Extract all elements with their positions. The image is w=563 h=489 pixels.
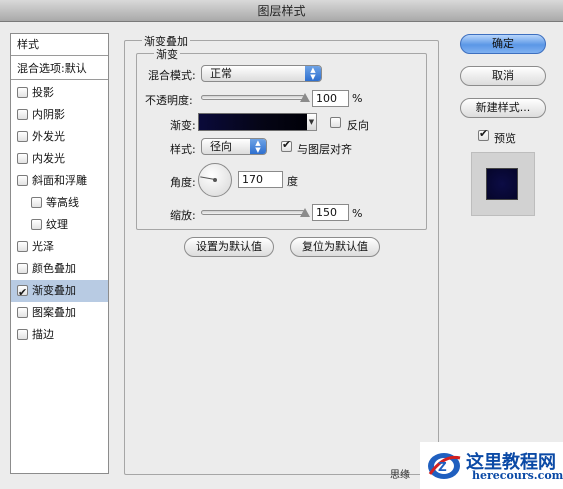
angle-dial[interactable] bbox=[198, 163, 232, 197]
scale-percent: % bbox=[352, 207, 363, 220]
style-item-checkbox[interactable] bbox=[17, 87, 28, 98]
style-item-label: 斜面和浮雕 bbox=[32, 174, 87, 187]
style-item[interactable]: 光泽 bbox=[11, 236, 108, 258]
style-item-label: 投影 bbox=[32, 86, 54, 99]
svg-text:Z: Z bbox=[438, 460, 447, 474]
scale-slider[interactable] bbox=[201, 210, 305, 215]
style-item-label: 图案叠加 bbox=[32, 306, 76, 319]
style-item-label: 渐变叠加 bbox=[32, 284, 76, 297]
style-item-checkbox[interactable] bbox=[17, 329, 28, 340]
updown-arrows-icon: ▲ ▼ bbox=[305, 66, 321, 81]
scale-label: 缩放: bbox=[170, 209, 196, 222]
align-with-layer-label: 与图层对齐 bbox=[297, 143, 352, 156]
style-item[interactable]: 颜色叠加 bbox=[11, 258, 108, 280]
style-item-checkbox[interactable] bbox=[17, 131, 28, 142]
angle-label: 角度: bbox=[170, 176, 196, 189]
reverse-label: 反向 bbox=[347, 119, 369, 132]
style-select[interactable]: 径向 ▲ ▼ bbox=[201, 138, 267, 155]
style-item-label: 描边 bbox=[32, 328, 54, 341]
style-item[interactable]: 等高线 bbox=[11, 192, 108, 214]
style-item[interactable]: 图案叠加 bbox=[11, 302, 108, 324]
style-list-header[interactable]: 样式 bbox=[11, 34, 108, 56]
watermark-logo-icon: Z bbox=[428, 453, 461, 479]
style-item[interactable]: 投影 bbox=[11, 82, 108, 104]
style-item[interactable]: 内阴影 bbox=[11, 104, 108, 126]
style-label: 样式: bbox=[170, 143, 196, 156]
style-item[interactable]: 描边 bbox=[11, 324, 108, 346]
preview-checkbox[interactable] bbox=[478, 127, 489, 141]
scale-slider-thumb[interactable] bbox=[300, 208, 310, 217]
blend-options-item[interactable]: 混合选项:默认 bbox=[11, 58, 108, 80]
style-item-checkbox[interactable] bbox=[17, 109, 28, 120]
style-item-checkbox[interactable] bbox=[31, 197, 42, 208]
angle-center-dot bbox=[213, 178, 217, 182]
style-item-label: 纹理 bbox=[46, 218, 68, 231]
style-preview bbox=[471, 152, 535, 216]
watermark-url: herecours.com bbox=[472, 469, 563, 482]
window-title: 图层样式 bbox=[0, 0, 563, 22]
ok-button[interactable]: 确定 bbox=[460, 34, 546, 54]
updown-arrows-icon: ▲ ▼ bbox=[250, 139, 266, 154]
opacity-label: 不透明度: bbox=[145, 94, 193, 107]
opacity-input[interactable]: 100 bbox=[312, 90, 349, 107]
style-list: 样式 混合选项:默认 投影内阴影外发光内发光斜面和浮雕等高线纹理光泽颜色叠加渐变… bbox=[10, 33, 109, 474]
style-item-label: 外发光 bbox=[32, 130, 65, 143]
opacity-percent: % bbox=[352, 92, 363, 105]
reset-default-button[interactable]: 复位为默认值 bbox=[290, 237, 380, 257]
style-item[interactable]: 渐变叠加 bbox=[11, 280, 108, 304]
blend-mode-value: 正常 bbox=[210, 67, 232, 80]
dropdown-arrow-icon[interactable]: ▼ bbox=[307, 113, 317, 131]
opacity-slider-thumb[interactable] bbox=[300, 93, 310, 102]
scale-input[interactable]: 150 bbox=[312, 204, 349, 221]
style-item-checkbox[interactable] bbox=[31, 219, 42, 230]
style-item[interactable]: 斜面和浮雕 bbox=[11, 170, 108, 192]
gradient-label: 渐变: bbox=[170, 119, 196, 132]
style-item-checkbox[interactable] bbox=[17, 282, 28, 304]
blend-mode-label: 混合模式: bbox=[148, 69, 196, 82]
style-value: 径向 bbox=[210, 140, 232, 153]
style-item[interactable]: 内发光 bbox=[11, 148, 108, 170]
degree-unit: 度 bbox=[287, 175, 298, 188]
style-item-checkbox[interactable] bbox=[17, 307, 28, 318]
style-item-checkbox[interactable] bbox=[17, 263, 28, 274]
style-item-label: 内发光 bbox=[32, 152, 65, 165]
style-item-label: 颜色叠加 bbox=[32, 262, 76, 275]
preview-swatch bbox=[486, 168, 518, 200]
watermark-overlap-text: 思缘 bbox=[390, 470, 410, 481]
align-with-layer-checkbox[interactable] bbox=[281, 138, 292, 152]
preview-label: 预览 bbox=[494, 132, 516, 145]
style-item-checkbox[interactable] bbox=[17, 175, 28, 186]
style-item-checkbox[interactable] bbox=[17, 241, 28, 252]
style-item-checkbox[interactable] bbox=[17, 153, 28, 164]
style-item[interactable]: 纹理 bbox=[11, 214, 108, 236]
style-item-label: 内阴影 bbox=[32, 108, 65, 121]
opacity-slider[interactable] bbox=[201, 95, 305, 100]
set-default-button[interactable]: 设置为默认值 bbox=[184, 237, 274, 257]
blend-mode-select[interactable]: 正常 ▲ ▼ bbox=[201, 65, 322, 82]
gradient-group-title: 渐变 bbox=[154, 46, 180, 62]
style-item-label: 光泽 bbox=[32, 240, 54, 253]
reverse-checkbox[interactable] bbox=[330, 117, 341, 128]
gradient-swatch[interactable]: ▼ bbox=[198, 113, 317, 131]
angle-input[interactable]: 170 bbox=[238, 171, 283, 188]
style-item[interactable]: 外发光 bbox=[11, 126, 108, 148]
new-style-button[interactable]: 新建样式... bbox=[460, 98, 546, 118]
cancel-button[interactable]: 取消 bbox=[460, 66, 546, 86]
style-item-label: 等高线 bbox=[46, 196, 79, 209]
